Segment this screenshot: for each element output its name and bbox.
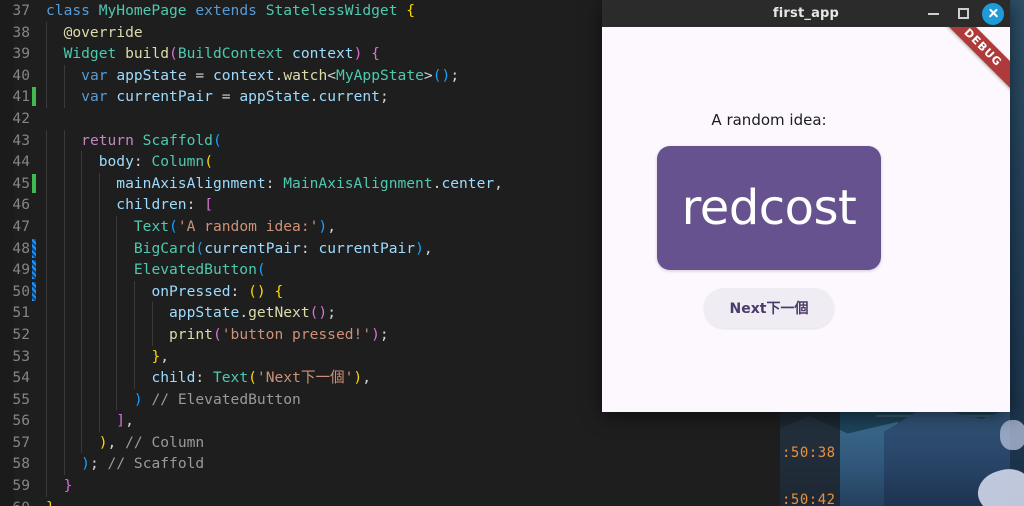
- line-number: 59: [12, 477, 30, 495]
- code-text: ],: [116, 412, 134, 430]
- gutter-added-marker: [32, 173, 36, 193]
- line-number: 53: [12, 347, 30, 365]
- random-idea-label: A random idea:: [711, 111, 827, 129]
- line-number: 51: [12, 304, 30, 322]
- next-button[interactable]: Next下一個: [703, 288, 835, 328]
- screen: :50:38 :50:42 37 class MyHomePage extends…: [0, 0, 1024, 506]
- wallpaper-shape-small: [1000, 420, 1024, 450]
- code-text: body: Column(: [98, 153, 213, 171]
- code-text: mainAxisAlignment: MainAxisAlignment.cen…: [116, 174, 503, 192]
- big-card: redcost: [657, 146, 881, 270]
- gutter-modified-marker: [32, 238, 36, 258]
- code-text: Widget build(BuildContext context) {: [63, 45, 380, 63]
- code-text: children: [: [116, 196, 213, 214]
- line-number: 60: [0, 497, 30, 506]
- code-line[interactable]: 58 ); // Scaffold: [0, 453, 780, 476]
- line-number: 55: [12, 390, 30, 408]
- line-number: 52: [12, 325, 30, 343]
- code-text: var appState = context.watch<MyAppState>…: [81, 66, 460, 84]
- window-controls[interactable]: [920, 0, 1006, 27]
- code-text: }: [63, 477, 73, 495]
- line-number: 54: [12, 369, 30, 387]
- code-text: print('button pressed!');: [169, 325, 389, 343]
- code-line[interactable]: 59 }: [0, 475, 780, 497]
- line-number: 56: [12, 412, 30, 430]
- line-number: 46: [12, 196, 30, 214]
- code-line[interactable]: 57 ), // Column: [0, 431, 780, 454]
- line-number: 37: [12, 2, 30, 19]
- line-number: 39: [12, 45, 30, 63]
- debug-banner: DEBUG: [933, 27, 1010, 98]
- code-text: }: [46, 497, 55, 506]
- code-text: var currentPair = appState.current;: [81, 88, 389, 106]
- window-title: first_app: [772, 6, 840, 21]
- code-text: Text('A random idea:'),: [133, 217, 337, 235]
- overlay-timestamp-2: :50:42: [782, 492, 836, 506]
- code-text: ElevatedButton(: [133, 261, 266, 279]
- close-button[interactable]: [980, 1, 1006, 27]
- line-number: 47: [12, 217, 30, 235]
- line-number: 41: [12, 88, 30, 106]
- code-text: ), // Column: [98, 433, 205, 451]
- code-text: class MyHomePage extends StatelessWidget…: [46, 2, 416, 19]
- close-icon[interactable]: [982, 2, 1004, 25]
- code-text: appState.getNext();: [169, 304, 337, 322]
- window-titlebar[interactable]: first_app: [602, 0, 1010, 27]
- app-content: DEBUG A random idea: redcost Next下一個: [602, 27, 1010, 412]
- line-number: 49: [12, 261, 30, 279]
- code-text: },: [151, 347, 170, 365]
- line-number: 58: [12, 455, 30, 473]
- big-card-word: redcost: [681, 180, 857, 236]
- code-line[interactable]: 60}: [0, 497, 780, 506]
- code-text: onPressed: () {: [151, 282, 284, 300]
- gutter-added-marker: [32, 87, 36, 107]
- code-text: return Scaffold(: [81, 131, 222, 149]
- flutter-app-window[interactable]: first_app DEBUG A random idea: redcost N…: [602, 0, 1010, 412]
- line-number: 45: [12, 174, 30, 192]
- line-number: 38: [12, 23, 30, 41]
- code-text: child: Text('Next下一個'),: [151, 369, 372, 387]
- gutter-modified-marker: [32, 281, 36, 301]
- line-number: 57: [12, 433, 30, 451]
- line-number: 44: [12, 153, 30, 171]
- minimize-icon[interactable]: [920, 1, 946, 27]
- code-text: ) // ElevatedButton: [133, 390, 301, 408]
- line-number: 48: [12, 239, 30, 257]
- code-text: BigCard(currentPair: currentPair),: [133, 239, 433, 257]
- line-number: 42: [12, 109, 30, 127]
- maximize-icon[interactable]: [950, 1, 976, 27]
- code-text: @override: [63, 23, 143, 41]
- gutter-modified-marker: [32, 260, 36, 280]
- line-number: 40: [12, 66, 30, 84]
- line-number: 50: [12, 282, 30, 300]
- code-line[interactable]: 56 ],: [0, 410, 780, 432]
- overlay-timestamp-1: :50:38: [782, 445, 836, 461]
- line-number: 43: [12, 131, 30, 149]
- code-text: ); // Scaffold: [81, 455, 205, 473]
